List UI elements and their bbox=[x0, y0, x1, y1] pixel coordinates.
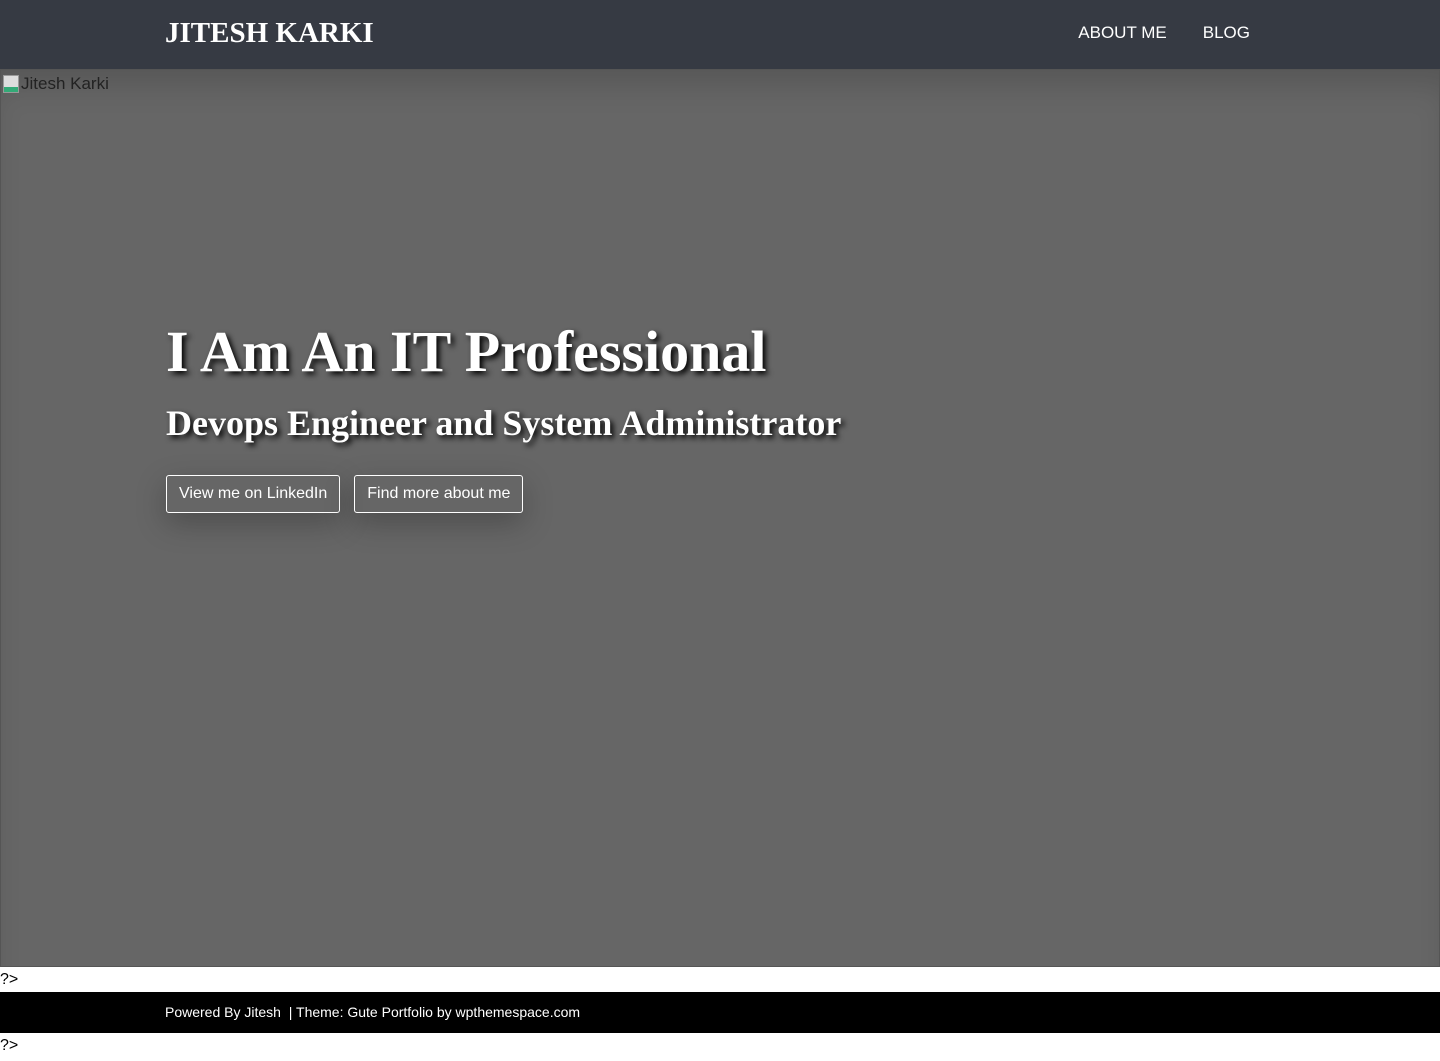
site-header: JITESH KARKI ABOUT ME BLOG bbox=[0, 0, 1440, 69]
hero-title: I Am An IT Professional bbox=[166, 319, 767, 384]
hero-section: Jitesh Karki I Am An IT Professional Dev… bbox=[0, 69, 1440, 967]
site-footer: Powered By Jitesh | Theme: Gute Portfoli… bbox=[0, 992, 1440, 1033]
theme-credit[interactable]: Theme: Gute Portfolio by wpthemespace.co… bbox=[296, 1004, 580, 1020]
broken-image-icon bbox=[3, 75, 19, 93]
nav-about-me[interactable]: ABOUT ME bbox=[1078, 23, 1166, 43]
site-title[interactable]: JITESH KARKI bbox=[165, 17, 374, 50]
linkedin-button[interactable]: View me on LinkedIn bbox=[166, 475, 341, 513]
stray-text: ?> bbox=[0, 971, 19, 988]
hero-image: Jitesh Karki bbox=[3, 74, 109, 94]
main-nav: ABOUT ME BLOG bbox=[1078, 23, 1250, 43]
hero-image-alt: Jitesh Karki bbox=[21, 74, 109, 93]
hero-subtitle: Devops Engineer and System Administrator bbox=[166, 403, 842, 443]
nav-blog[interactable]: BLOG bbox=[1203, 23, 1250, 43]
about-me-button[interactable]: Find more about me bbox=[354, 475, 524, 513]
footer-separator: | bbox=[288, 1004, 293, 1020]
stray-text: ?> bbox=[0, 1037, 19, 1054]
powered-by: Powered By Jitesh bbox=[165, 1004, 281, 1020]
